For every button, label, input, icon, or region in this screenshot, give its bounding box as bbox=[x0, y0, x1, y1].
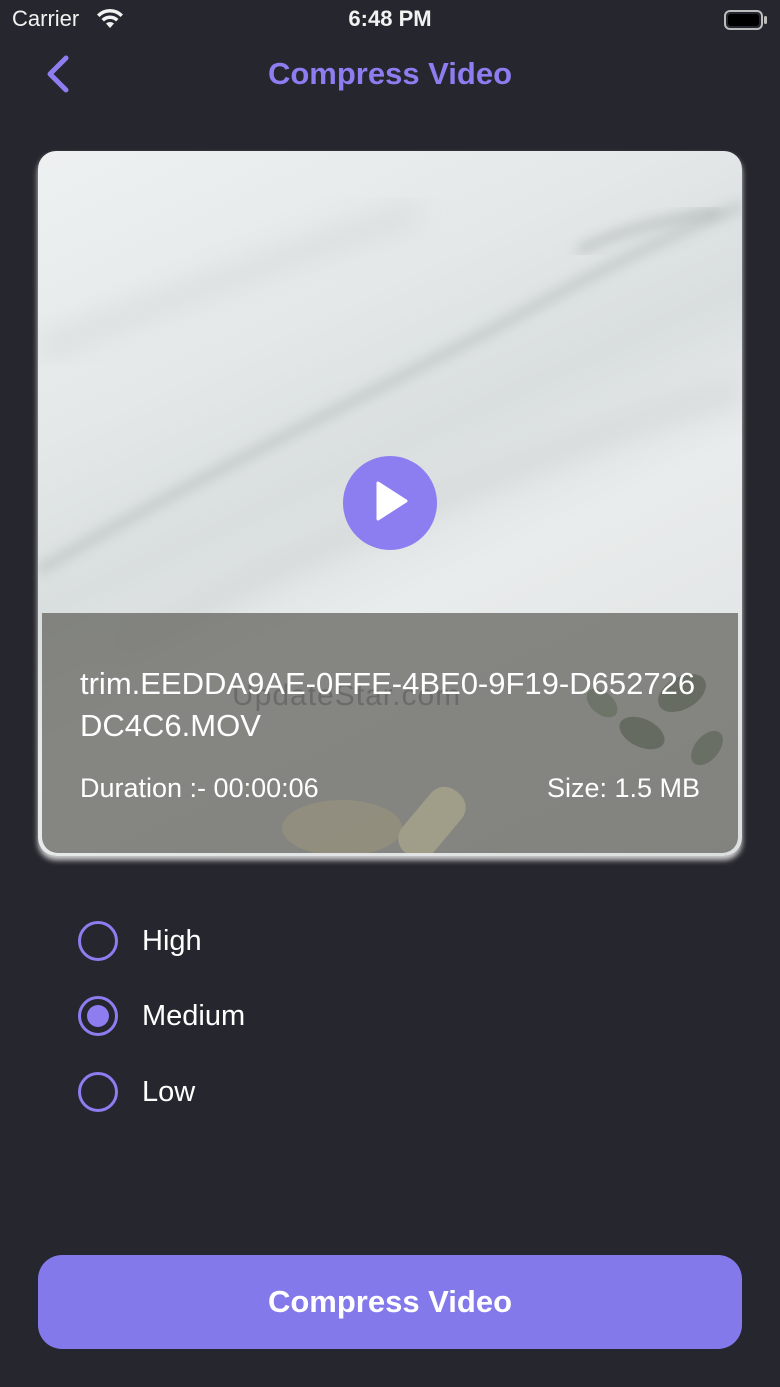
video-duration: Duration :- 00:00:06 bbox=[80, 773, 319, 803]
radio-button-medium[interactable] bbox=[78, 996, 118, 1036]
play-icon bbox=[370, 479, 410, 528]
quality-option-label: Medium bbox=[142, 999, 246, 1032]
quality-option-low[interactable]: Low bbox=[78, 1070, 195, 1114]
video-size: Size: 1.5 MB bbox=[546, 773, 700, 803]
quality-option-high[interactable]: High bbox=[78, 919, 202, 963]
radio-selected-dot bbox=[87, 1005, 109, 1027]
radio-button-high[interactable] bbox=[78, 921, 118, 961]
quality-option-label: Low bbox=[142, 1075, 196, 1108]
video-file-name: trim.EEDDA9AE-0FFE-4BE0-9F19-D652726DC4C… bbox=[80, 666, 696, 743]
status-time: 6:48 PM bbox=[348, 6, 432, 31]
status-bar: Carrier 6:48 PM bbox=[0, 0, 780, 40]
compress-video-button[interactable]: Compress Video bbox=[38, 1255, 742, 1349]
play-button[interactable] bbox=[343, 456, 437, 550]
video-preview-card: UpdateStar.com trim.EEDDA9AE-0FFE-4BE0-9… bbox=[38, 151, 742, 856]
quality-option-medium[interactable]: Medium bbox=[78, 994, 245, 1038]
battery-icon bbox=[724, 10, 768, 35]
page-title: Compress Video bbox=[267, 56, 513, 91]
video-info-panel: UpdateStar.com trim.EEDDA9AE-0FFE-4BE0-9… bbox=[42, 613, 738, 853]
quality-option-label: High bbox=[142, 924, 202, 957]
radio-button-low[interactable] bbox=[78, 1072, 118, 1112]
